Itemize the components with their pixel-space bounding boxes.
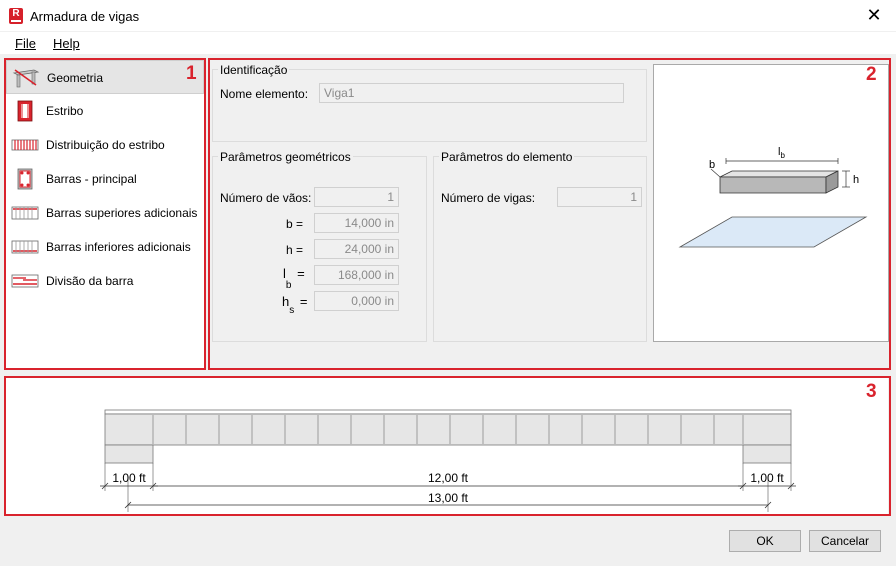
cancel-button[interactable]: Cancelar (809, 530, 881, 552)
revit-app-icon: R (9, 8, 23, 24)
callout-number-2: 2 (866, 64, 877, 85)
close-icon[interactable]: ✕ (864, 5, 884, 26)
menu-bar: File Help (0, 32, 896, 54)
ok-button[interactable]: OK (729, 530, 801, 552)
menu-help[interactable]: Help (53, 36, 80, 51)
menu-file[interactable]: File (15, 36, 36, 51)
callout-box-2 (208, 58, 891, 370)
title-bar: R Armadura de vigas ✕ (0, 0, 896, 32)
callout-box-1 (4, 58, 206, 370)
callout-number-1: 1 (186, 63, 197, 84)
window-title: Armadura de vigas (30, 9, 140, 24)
callout-box-3 (4, 376, 891, 516)
callout-number-3: 3 (866, 381, 877, 402)
